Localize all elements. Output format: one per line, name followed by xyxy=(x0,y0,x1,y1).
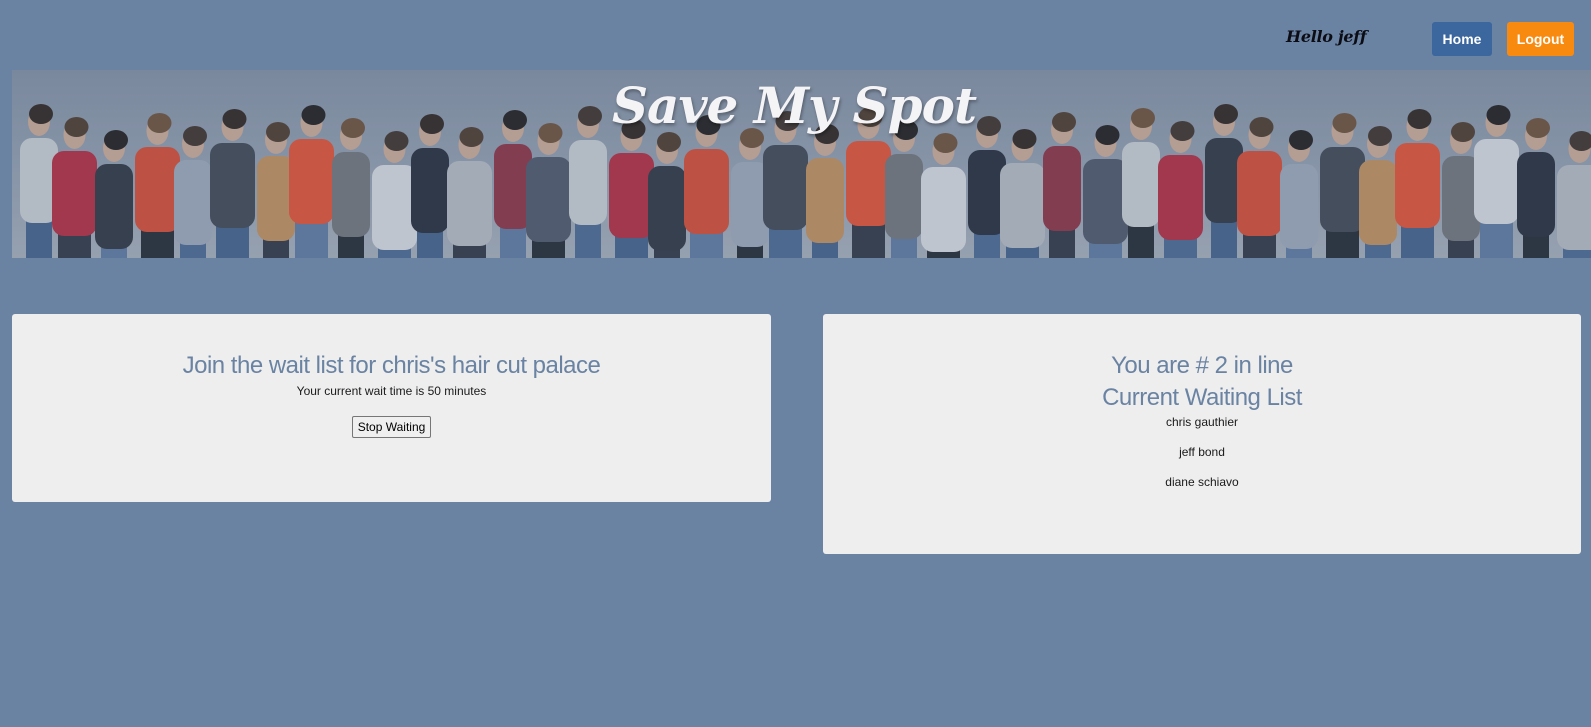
stop-waiting-button[interactable]: Stop Waiting xyxy=(351,416,432,438)
waiting-list: chris gauthier jeff bond diane schiavo xyxy=(823,414,1581,504)
logout-button[interactable]: Logout xyxy=(1507,22,1574,56)
queue-position-heading: You are # 2 in line xyxy=(1111,352,1293,379)
join-waitlist-panel: Join the wait list for chris's hair cut … xyxy=(12,314,771,502)
user-greeting: Hello jeff xyxy=(1286,27,1367,46)
list-item: chris gauthier xyxy=(1165,415,1239,429)
site-title: Save My Spot xyxy=(611,76,977,135)
home-button[interactable]: Home xyxy=(1432,22,1492,56)
waiting-list-panel: You are # 2 in line Current Waiting List… xyxy=(823,314,1581,554)
hero-banner: Save My Spot xyxy=(12,70,1591,258)
waiting-list-heading: Current Waiting List xyxy=(1102,384,1302,411)
list-item: jeff bond xyxy=(1179,445,1225,459)
wait-time-text: Your current wait time is 50 minutes xyxy=(296,384,487,398)
join-heading: Join the wait list for chris's hair cut … xyxy=(182,352,601,379)
list-item: diane schiavo xyxy=(1165,475,1239,489)
